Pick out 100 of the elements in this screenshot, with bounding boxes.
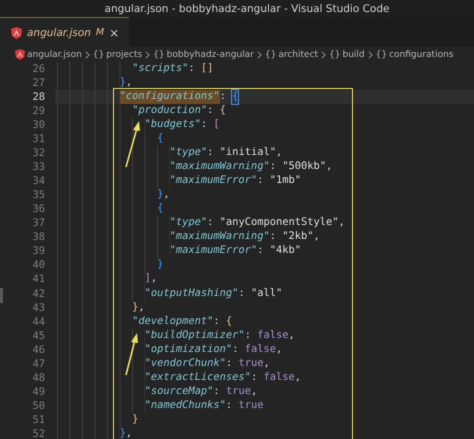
json-key: "vendorChunk" (144, 356, 226, 371)
line-number: 50 (31, 400, 45, 412)
bracket-match: { (232, 90, 238, 104)
arrow (125, 121, 140, 168)
string-value: "anyComponentStyle" (220, 216, 339, 230)
line-number: 48 (31, 372, 45, 384)
line-number: 40 (31, 259, 45, 272)
line-number: 37 (31, 217, 45, 230)
string-value: "4kb" (270, 244, 301, 258)
line-number: 45 (31, 330, 45, 342)
tab-label: angular.json (27, 26, 91, 38)
braces-icon: {} (153, 50, 165, 60)
punctuation: , (250, 384, 258, 399)
punctuation: : (232, 342, 240, 357)
bracket: } (132, 300, 138, 315)
punctuation: : (270, 230, 277, 244)
punctuation: : (238, 286, 246, 300)
bracket: } (157, 188, 164, 202)
line-number: 42 (31, 288, 45, 300)
string-value: "2kb" (282, 230, 314, 244)
window-title: angular.json - bobbyhadz-angular - Visual Studio Code (104, 2, 390, 14)
line-number: 44 (31, 316, 45, 328)
breadcrumb-item[interactable]: build (342, 50, 365, 60)
punctuation: : (188, 62, 196, 76)
close-button[interactable]: × (109, 26, 120, 40)
punctuation: , (294, 370, 302, 385)
string-value: "500kb" (282, 160, 326, 174)
editor-tab[interactable]: angular.json M × (0, 17, 130, 47)
boolean-value: false (257, 328, 288, 343)
line-number: 49 (31, 386, 45, 398)
line-number: 28 (31, 91, 45, 104)
punctuation: , (163, 188, 170, 202)
punctuation: : (207, 104, 214, 118)
punctuation: : (257, 244, 264, 258)
bracket: } (120, 426, 126, 439)
json-key: "type" (170, 146, 208, 160)
arrow (125, 333, 138, 376)
json-key: "budgets" (144, 118, 201, 132)
line-number: 43 (31, 302, 45, 314)
punctuation: : (207, 216, 214, 230)
line-number: 41 (31, 273, 45, 286)
breadcrumb-item[interactable]: architect (278, 50, 318, 60)
line-number: 46 (31, 344, 45, 356)
punctuation: , (276, 342, 282, 357)
punctuation: , (150, 272, 158, 286)
boolean-value: false (263, 370, 295, 385)
chevron-icon (256, 50, 262, 58)
breadcrumb-item[interactable]: angular.json (27, 50, 82, 60)
punctuation: , (263, 356, 270, 371)
line-number: 33 (31, 161, 45, 174)
breadcrumb-item[interactable]: bobbyhadz-angular (166, 50, 254, 60)
bracket: { (157, 132, 164, 146)
chevron-icon (145, 50, 150, 58)
punctuation: , (326, 160, 332, 174)
braces-icon: {} (264, 50, 276, 60)
punctuation: : (226, 356, 234, 371)
line-number: 51 (31, 414, 45, 426)
string-value: "all" (250, 286, 282, 300)
json-key: "type" (170, 216, 208, 230)
braces-icon: {} (329, 50, 340, 60)
json-key: "namedChunks" (144, 398, 226, 413)
line-number: 38 (31, 231, 45, 244)
json-key: "development" (132, 314, 214, 329)
shield-icon (15, 49, 25, 60)
braces-icon: {} (92, 50, 104, 60)
json-key: "sourceMap" (144, 384, 214, 399)
bracket: } (120, 76, 126, 90)
chevron-icon (368, 50, 373, 58)
bracket: { (226, 314, 232, 329)
punctuation: : (257, 174, 264, 188)
line-number: 39 (31, 245, 45, 258)
breadcrumb-item[interactable]: projects (106, 50, 142, 60)
bracket: ] (144, 272, 151, 286)
boolean-value: false (244, 342, 276, 357)
braces-icon: {} (376, 50, 388, 60)
breadcrumb-item[interactable]: configurations (389, 50, 454, 60)
json-key: "scripts" (132, 62, 188, 76)
punctuation: , (338, 216, 345, 230)
boolean-value: true (226, 384, 251, 399)
punctuation: , (126, 426, 132, 439)
punctuation: : (270, 160, 277, 174)
bracket: } (132, 412, 138, 427)
punctuation: : (226, 398, 234, 413)
boolean-value: true (238, 398, 264, 413)
json-key: "production" (132, 104, 208, 118)
bracket: } (157, 258, 164, 272)
json-key: "maximumError" (170, 174, 258, 188)
line-number: 36 (31, 203, 45, 216)
shield-icon (11, 26, 22, 38)
chevron-icon (321, 50, 326, 58)
punctuation: : (244, 328, 252, 343)
punctuation: : (207, 146, 214, 160)
punctuation: , (276, 146, 282, 160)
json-key: "maximumError" (170, 244, 258, 258)
punctuation: : (213, 384, 221, 399)
scroll-indicator (0, 288, 3, 303)
highlighted-key: "configurations" (120, 90, 220, 104)
modified-status: M (96, 27, 104, 38)
json-key: "buildOptimizer" (144, 328, 245, 343)
chevron-icon (84, 50, 90, 58)
